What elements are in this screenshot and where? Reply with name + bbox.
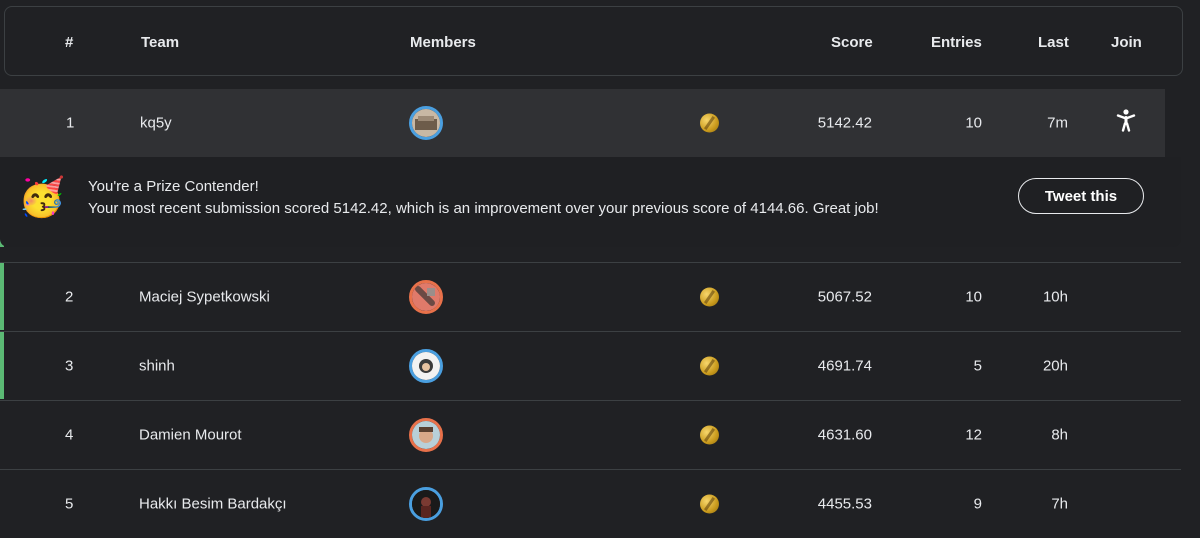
members-column-header: Members [410,34,476,51]
entries: 9 [973,495,982,513]
last: 7m [1047,114,1068,132]
entries-column-header: Entries [931,34,982,51]
rank: 3 [65,357,74,375]
team-name[interactable]: Damien Mourot [139,427,242,444]
member-avatar[interactable] [409,349,443,383]
gold-medal-icon [700,425,719,445]
banner-title: You're a Prize Contender! [88,178,259,195]
gold-medal-icon [700,494,719,514]
rank-column-header: # [65,34,74,51]
member-avatar[interactable] [409,106,443,140]
score: 4631.60 [817,426,872,444]
score: 5142.42 [817,114,872,132]
rank: 1 [66,114,75,132]
team-name[interactable]: Hakkı Besim Bardakçı [139,496,287,513]
join-column-header: Join [1111,34,1142,51]
leaderboard-header: # Team Members Score Entries Last Join [4,6,1183,76]
score: 4455.53 [817,495,872,513]
table-row-3[interactable]: 3 shinh 4691.74 5 20h [0,331,1181,400]
member-avatar[interactable] [409,280,443,314]
rank: 4 [65,426,74,444]
table-row-5[interactable]: 5 Hakkı Besim Bardakçı 4455.53 9 7h [0,469,1181,538]
person-walking-icon[interactable] [1115,109,1137,138]
table-row-1[interactable]: 1 kq5y 5142.42 10 7m [0,89,1165,158]
last: 8h [1051,426,1068,444]
tweet-button[interactable]: Tweet this [1018,178,1144,214]
last: 7h [1051,495,1068,513]
score: 4691.74 [817,357,872,375]
party-face-emoji: 🥳 [18,177,66,219]
gold-medal-icon [700,113,719,133]
rank: 5 [65,495,74,513]
entries: 10 [965,288,982,306]
entries: 12 [965,426,982,444]
member-avatar[interactable] [409,487,443,521]
prize-contender-banner: 🥳 You're a Prize Contender! Your most re… [0,157,1181,247]
last: 10h [1042,288,1068,306]
table-row-4[interactable]: 4 Damien Mourot 4631.60 12 8h [0,400,1181,469]
team-name[interactable]: Maciej Sypetkowski [139,289,270,306]
rank: 2 [65,288,74,306]
team-name[interactable]: shinh [139,358,175,375]
last: 20h [1042,357,1068,375]
team-column-header: Team [141,34,180,51]
gold-medal-icon [700,287,719,307]
table-row-2[interactable]: 2 Maciej Sypetkowski 5067.52 10 10h [0,262,1181,331]
gold-medal-icon [700,356,719,376]
team-name[interactable]: kq5y [140,115,172,132]
member-avatar[interactable] [409,418,443,452]
banner-message: Your most recent submission scored 5142.… [88,200,879,217]
score: 5067.52 [817,288,872,306]
last-column-header: Last [1038,34,1069,51]
entries: 10 [965,114,982,132]
entries: 5 [973,357,982,375]
score-column-header: Score [831,34,873,51]
